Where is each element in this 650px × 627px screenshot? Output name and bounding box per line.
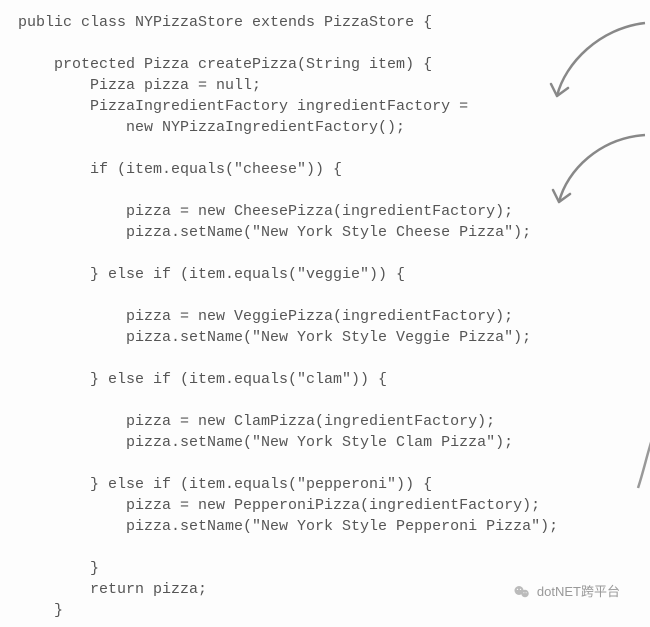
code-line: pizza = new PepperoniPizza(ingredientFac… bbox=[18, 497, 540, 514]
code-line: pizza.setName("New York Style Cheese Piz… bbox=[18, 224, 531, 241]
code-line: pizza = new VeggiePizza(ingredientFactor… bbox=[18, 308, 513, 325]
code-line: } else if (item.equals("pepperoni")) { bbox=[18, 476, 432, 493]
code-line: PizzaIngredientFactory ingredientFactory… bbox=[18, 98, 468, 115]
code-line: pizza.setName("New York Style Veggie Piz… bbox=[18, 329, 531, 346]
watermark-text: dotNET跨平台 bbox=[537, 583, 620, 601]
code-line: new NYPizzaIngredientFactory(); bbox=[18, 119, 405, 136]
code-line: if (item.equals("cheese")) { bbox=[18, 161, 342, 178]
code-line: return pizza; bbox=[18, 581, 207, 598]
code-line: Pizza pizza = null; bbox=[18, 77, 261, 94]
wechat-icon bbox=[513, 583, 531, 601]
code-line: pizza.setName("New York Style Clam Pizza… bbox=[18, 434, 513, 451]
code-line: } bbox=[18, 602, 63, 619]
code-line: pizza = new CheesePizza(ingredientFactor… bbox=[18, 203, 513, 220]
code-line: pizza.setName("New York Style Pepperoni … bbox=[18, 518, 558, 535]
code-line: } else if (item.equals("clam")) { bbox=[18, 371, 387, 388]
code-line: pizza = new ClamPizza(ingredientFactory)… bbox=[18, 413, 495, 430]
code-line: public class NYPizzaStore extends PizzaS… bbox=[18, 14, 432, 31]
code-block: public class NYPizzaStore extends PizzaS… bbox=[18, 12, 650, 621]
code-line: } else if (item.equals("veggie")) { bbox=[18, 266, 405, 283]
code-line: } bbox=[18, 560, 99, 577]
watermark: dotNET跨平台 bbox=[513, 583, 620, 601]
code-line: protected Pizza createPizza(String item)… bbox=[18, 56, 432, 73]
